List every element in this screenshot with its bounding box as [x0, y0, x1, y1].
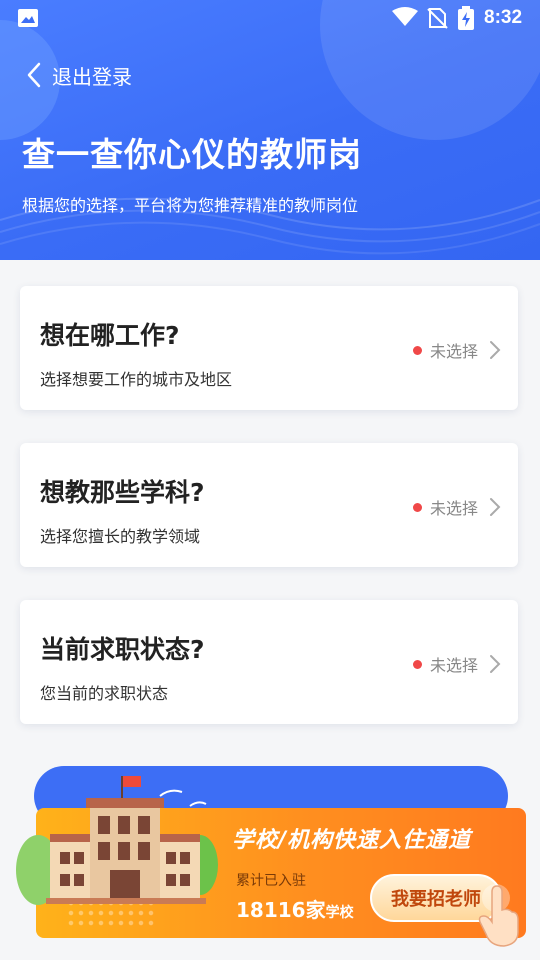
banner-headline: 学校/机构快速入住通道: [232, 828, 472, 853]
card-description: 您当前的求职状态: [40, 684, 169, 703]
card-status: 未选择: [412, 495, 478, 519]
status-time: 8:32: [484, 7, 523, 28]
school-count-number: 18116家: [236, 898, 326, 922]
logout-back-button[interactable]: 退出登录: [24, 58, 132, 92]
status-dot: [412, 345, 422, 355]
card-status: 未选择: [412, 338, 478, 362]
card-description: 选择您擅长的教学领域: [40, 527, 201, 546]
card-question: 想教那些学科?: [40, 478, 205, 507]
chevron-right-icon: [490, 655, 501, 673]
status-label: 未选择: [429, 499, 478, 518]
page-subtitle: 根据您的选择，平台将为您推荐精准的教师岗位: [22, 196, 359, 215]
card-question: 想在哪工作?: [40, 321, 180, 350]
chevron-right-icon: [490, 341, 501, 359]
subjects-card[interactable]: 想教那些学科? 选择您擅长的教学领域 未选择: [20, 443, 518, 567]
banner-count-label: 累计已入驻: [236, 873, 306, 889]
card-description: 选择想要工作的城市及地区: [40, 370, 233, 389]
status-dot: [412, 502, 422, 512]
logout-label: 退出登录: [52, 64, 132, 89]
chevron-left-icon: [27, 62, 41, 88]
card-question: 当前求职状态?: [40, 635, 205, 664]
work-location-card[interactable]: 想在哪工作? 选择想要工作的城市及地区 未选择: [20, 286, 518, 410]
job-status-card[interactable]: 当前求职状态? 您当前的求职状态 未选择: [20, 600, 518, 724]
page-title: 查一查你心仪的教师岗: [22, 135, 362, 174]
status-label: 未选择: [429, 656, 478, 675]
wifi-icon: [392, 7, 418, 26]
school-count-unit: 学校: [325, 905, 354, 921]
image-icon: [18, 9, 38, 27]
pointing-hand-icon: [478, 884, 519, 947]
status-label: 未选择: [429, 342, 478, 361]
school-building-illustration: [16, 776, 218, 905]
chevron-right-icon: [490, 498, 501, 516]
no-sim-icon: [427, 8, 448, 29]
banner-school-count: 18116家学校: [236, 894, 354, 923]
header-banner: 8:32 退出登录 查一查你心仪的教师岗 根据您的选择，平台将为您推荐精准的教师…: [0, 0, 540, 260]
status-bar: 8:32: [0, 0, 540, 36]
battery-charging-icon: [458, 6, 474, 30]
card-status: 未选择: [412, 652, 478, 676]
status-dot: [412, 659, 422, 669]
